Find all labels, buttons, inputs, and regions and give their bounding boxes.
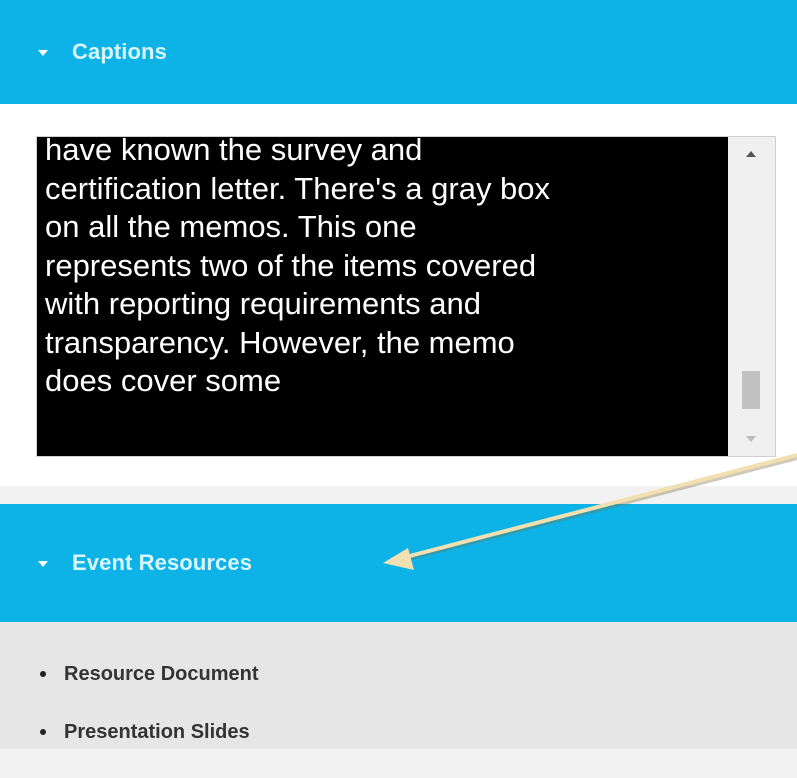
resource-list: Resource Document Presentation Slides [40,662,259,778]
caption-text-area: have known the survey and certification … [37,137,728,456]
event-resources-panel-body: Resource Document Presentation Slides [0,622,797,749]
captions-panel-body: have known the survey and certification … [0,104,797,486]
caption-scrollbar[interactable] [728,137,775,456]
scroll-down-icon[interactable] [746,436,756,442]
resource-link-resource-document[interactable]: Resource Document [40,662,259,686]
bullet-icon [40,729,46,735]
caption-box: have known the survey and certification … [36,136,776,457]
caption-text: have known the survey and certification … [45,137,551,398]
resource-link-label[interactable]: Presentation Slides [64,721,250,744]
event-resources-panel-header[interactable]: Event Resources [0,504,797,622]
captions-title: Captions [72,39,167,64]
scrollbar-thumb[interactable] [742,371,760,409]
event-resources-title: Event Resources [72,550,253,575]
resource-link-presentation-slides[interactable]: Presentation Slides [40,720,259,744]
scroll-up-icon[interactable] [746,151,756,157]
caret-down-icon [38,561,48,567]
captions-panel-header[interactable]: Captions [0,0,797,104]
bullet-icon [40,671,46,677]
caret-down-icon [38,50,48,56]
resource-link-label[interactable]: Resource Document [64,663,259,686]
